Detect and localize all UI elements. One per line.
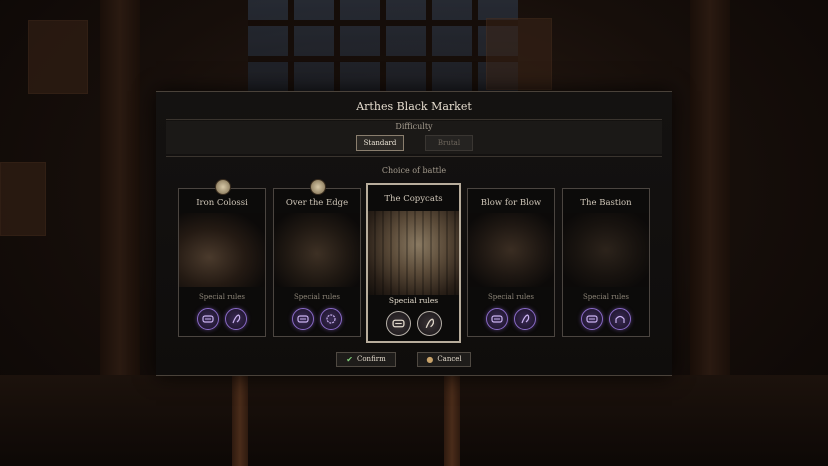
hook-rule-icon[interactable] (225, 308, 247, 330)
battle-card-over-the-edge[interactable]: Over the Edge Special rules (273, 188, 361, 337)
background-picture-right (486, 18, 552, 90)
skull-marker-icon (215, 179, 231, 195)
confirm-label: Confirm (356, 355, 386, 363)
hook-rule-icon[interactable] (514, 308, 536, 330)
background-sign-left (0, 162, 46, 236)
battle-card-blow-for-blow[interactable]: Blow for Blow Special rules (467, 188, 555, 337)
difficulty-standard-button[interactable]: Standard (356, 135, 404, 151)
battle-card-iron-colossi[interactable]: Iron Colossi Special rules (178, 188, 266, 337)
battle-name: Blow for Blow (480, 198, 542, 208)
arch-rule-icon[interactable] (609, 308, 631, 330)
special-rules-label: Special rules (388, 296, 439, 305)
choice-of-battle-label: Choice of battle (381, 166, 447, 175)
special-rules-icons (563, 308, 649, 330)
cuff-rule-icon[interactable] (581, 308, 603, 330)
battle-preview-image (368, 211, 459, 295)
background-window (248, 0, 518, 92)
ring-rule-icon[interactable] (320, 308, 342, 330)
special-rules-icons (179, 308, 265, 330)
battle-name: Over the Edge (285, 198, 349, 208)
battle-name: Iron Colossi (196, 198, 248, 208)
battle-name: The Copycats (384, 194, 443, 204)
cancel-icon: ● (426, 355, 434, 364)
special-rules-icons (368, 311, 459, 336)
table-leg (444, 375, 460, 466)
cuff-rule-icon[interactable] (486, 308, 508, 330)
dialog-title: Arthes Black Market (356, 100, 472, 113)
special-rules-label: Special rules (487, 293, 535, 301)
special-rules-icons (468, 308, 554, 330)
special-rules-label: Special rules (198, 293, 246, 301)
battle-preview-image (563, 213, 649, 287)
divider (166, 119, 662, 120)
background-table (0, 375, 828, 466)
check-icon: ✔ (346, 355, 353, 364)
battle-card-the-copycats[interactable]: The Copycats Special rules (366, 183, 461, 343)
battle-name: The Bastion (580, 198, 632, 208)
difficulty-brutal-button[interactable]: Brutal (425, 135, 473, 151)
difficulty-label: Difficulty (395, 122, 433, 131)
skull-marker-icon (310, 179, 326, 195)
special-rules-label: Special rules (293, 293, 341, 301)
cancel-button[interactable]: ● Cancel (417, 352, 471, 367)
cuff-rule-icon[interactable] (292, 308, 314, 330)
background-picture-left (28, 20, 88, 94)
cuff-rule-icon[interactable] (385, 311, 411, 336)
cancel-label: Cancel (437, 355, 462, 363)
divider (166, 156, 662, 157)
cuff-rule-icon[interactable] (197, 308, 219, 330)
hook-rule-icon[interactable] (416, 311, 442, 336)
battle-preview-image (468, 213, 554, 287)
black-market-dialog: Arthes Black Market Difficulty Standard … (156, 91, 672, 376)
special-rules-icons (274, 308, 360, 330)
confirm-button[interactable]: ✔ Confirm (336, 352, 396, 367)
battle-card-the-bastion[interactable]: The Bastion Special rules (562, 188, 650, 337)
table-leg (232, 375, 248, 466)
battle-preview-image (274, 213, 360, 287)
special-rules-label: Special rules (582, 293, 630, 301)
battle-preview-image (179, 213, 265, 287)
